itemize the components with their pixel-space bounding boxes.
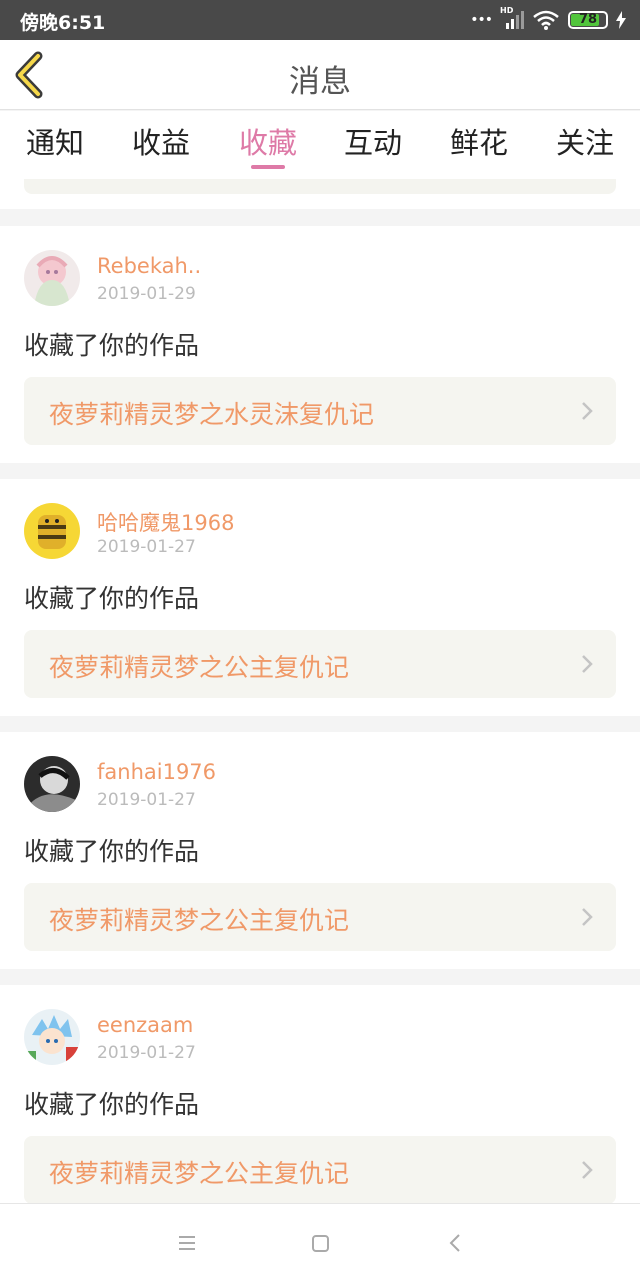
username[interactable]: eenzaam xyxy=(97,1013,193,1037)
avatar[interactable] xyxy=(24,250,80,306)
tab-following[interactable]: 关注 xyxy=(540,120,630,162)
tab-notifications[interactable]: 通知 xyxy=(10,120,100,162)
wifi-icon xyxy=(532,9,560,31)
avatar[interactable] xyxy=(24,503,80,559)
header: 消息 xyxy=(0,40,640,110)
system-nav-bar xyxy=(0,1203,640,1280)
action-text: 收藏了你的作品 xyxy=(24,584,200,613)
action-text: 收藏了你的作品 xyxy=(24,1090,200,1119)
work-link[interactable]: 夜萝莉精灵梦之水灵沫复仇记 xyxy=(24,377,616,445)
status-icons: ••• HD 78 xyxy=(470,6,626,32)
chevron-right-icon xyxy=(582,1161,593,1179)
menu-icon xyxy=(179,1236,195,1250)
chevron-right-icon xyxy=(582,908,593,926)
tab-flowers[interactable]: 鲜花 xyxy=(434,120,524,162)
list-item: 哈哈魔鬼1968 2019-01-27 收藏了你的作品 夜萝莉精灵梦之公主复仇记 xyxy=(0,479,640,716)
date: 2019-01-27 xyxy=(97,537,196,557)
tab-bar: 通知 收益 收藏 互动 鲜花 关注 xyxy=(0,111,640,179)
work-title: 夜萝莉精灵梦之公主复仇记 xyxy=(49,653,350,682)
home-button[interactable] xyxy=(305,1228,335,1258)
username[interactable]: Rebekah.. xyxy=(97,254,201,278)
username[interactable]: 哈哈魔鬼1968 xyxy=(97,507,234,537)
date: 2019-01-27 xyxy=(97,790,196,810)
charging-icon xyxy=(616,11,626,29)
chevron-right-icon xyxy=(582,402,593,420)
list-item: Rebekah.. 2019-01-29 收藏了你的作品 夜萝莉精灵梦之水灵沫复… xyxy=(0,226,640,463)
date: 2019-01-27 xyxy=(97,1043,196,1063)
work-link[interactable]: 夜萝莉精灵梦之公主复仇记 xyxy=(24,883,616,951)
work-link[interactable]: 夜萝莉精灵梦之公主复仇记 xyxy=(24,1136,616,1203)
work-title: 夜萝莉精灵梦之公主复仇记 xyxy=(49,906,350,935)
home-square-icon xyxy=(312,1235,329,1252)
work-title: 夜萝莉精灵梦之公主复仇记 xyxy=(49,1159,350,1188)
more-dots-icon: ••• xyxy=(470,12,493,28)
page-title: 消息 xyxy=(289,64,351,100)
battery-level: 78 xyxy=(578,12,598,27)
previous-item-remnant xyxy=(0,179,640,209)
action-text: 收藏了你的作品 xyxy=(24,837,200,866)
battery-icon: 78 xyxy=(568,11,608,29)
chevron-right-icon xyxy=(582,655,593,673)
back-triangle-icon xyxy=(449,1234,460,1252)
menu-button[interactable] xyxy=(172,1228,202,1258)
signal-icon: HD xyxy=(500,6,524,31)
list-item: fanhai1976 2019-01-27 收藏了你的作品 夜萝莉精灵梦之公主复… xyxy=(0,732,640,969)
avatar[interactable] xyxy=(24,1009,80,1065)
hd-badge: HD xyxy=(500,6,514,15)
username[interactable]: fanhai1976 xyxy=(97,760,216,784)
list-item: eenzaam 2019-01-27 收藏了你的作品 夜萝莉精灵梦之公主复仇记 xyxy=(0,985,640,1203)
work-title: 夜萝莉精灵梦之水灵沫复仇记 xyxy=(49,400,375,429)
tab-earnings[interactable]: 收益 xyxy=(116,120,206,162)
status-time: 傍晚6:51 xyxy=(20,12,106,34)
tab-interactions[interactable]: 互动 xyxy=(328,120,418,162)
favorites-list[interactable]: Rebekah.. 2019-01-29 收藏了你的作品 夜萝莉精灵梦之水灵沫复… xyxy=(0,179,640,1203)
tab-favorites[interactable]: 收藏 xyxy=(223,120,313,162)
work-link[interactable]: 夜萝莉精灵梦之公主复仇记 xyxy=(24,630,616,698)
active-tab-indicator xyxy=(251,165,285,169)
status-bar: 傍晚6:51 ••• HD 78 xyxy=(0,0,640,40)
avatar[interactable] xyxy=(24,756,80,812)
system-back-button[interactable] xyxy=(440,1228,470,1258)
date: 2019-01-29 xyxy=(97,284,196,304)
action-text: 收藏了你的作品 xyxy=(24,331,200,360)
